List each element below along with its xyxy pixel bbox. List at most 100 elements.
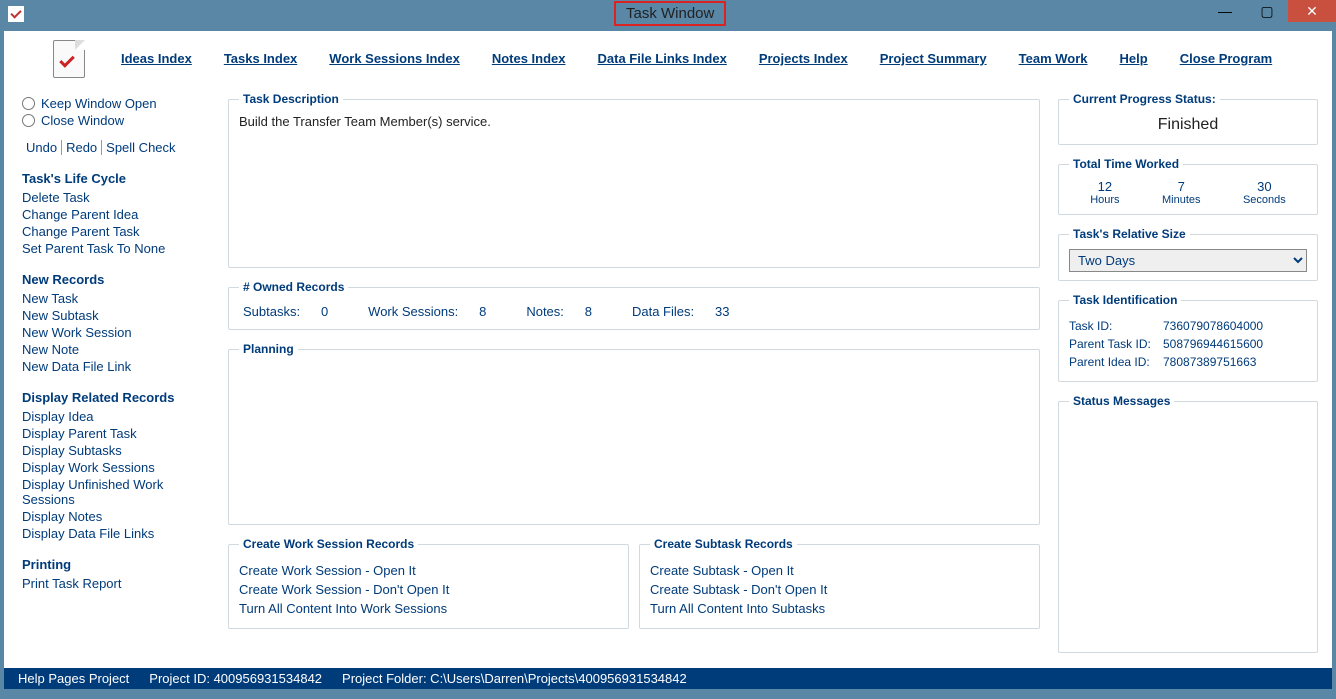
- keep-window-open-radio[interactable]: [22, 97, 35, 110]
- data-files-label: Data Files:: [632, 304, 694, 319]
- owned-records-group: # Owned Records Subtasks: 0 Work Session…: [228, 280, 1040, 330]
- planning-legend: Planning: [239, 342, 298, 356]
- minimize-button[interactable]: —: [1204, 0, 1246, 22]
- create-subtask-dont-open-link[interactable]: Create Subtask - Don't Open It: [650, 582, 1029, 597]
- parent-idea-id-label: Parent Idea ID:: [1069, 355, 1163, 369]
- minutes-label: Minutes: [1162, 194, 1201, 206]
- undo-link[interactable]: Undo: [22, 140, 62, 155]
- new-data-file-link[interactable]: New Data File Link: [22, 359, 218, 374]
- delete-task-link[interactable]: Delete Task: [22, 190, 218, 205]
- header: Ideas Index Tasks Index Work Sessions In…: [4, 31, 1332, 86]
- menu-close-program[interactable]: Close Program: [1180, 51, 1272, 66]
- parent-task-id-value: 508796944615600: [1163, 337, 1263, 351]
- notes-value: 8: [585, 304, 592, 319]
- new-subtask-link[interactable]: New Subtask: [22, 308, 218, 323]
- work-sessions-value: 8: [479, 304, 486, 319]
- seconds-value: 30: [1243, 179, 1286, 194]
- menu-tasks-index[interactable]: Tasks Index: [224, 51, 297, 66]
- total-time-worked-group: Total Time Worked 12Hours 7Minutes 30Sec…: [1058, 157, 1318, 215]
- close-window-radio[interactable]: [22, 114, 35, 127]
- status-project-folder: Project Folder: C:\Users\Darren\Projects…: [342, 671, 687, 686]
- main-menu: Ideas Index Tasks Index Work Sessions In…: [121, 51, 1272, 66]
- new-task-link[interactable]: New Task: [22, 291, 218, 306]
- ident-legend: Task Identification: [1069, 293, 1181, 307]
- display-data-file-links-link[interactable]: Display Data File Links: [22, 526, 218, 541]
- menu-work-sessions-index[interactable]: Work Sessions Index: [329, 51, 460, 66]
- menu-notes-index[interactable]: Notes Index: [492, 51, 566, 66]
- close-button[interactable]: ✕: [1288, 0, 1336, 22]
- display-unfinished-ws-link[interactable]: Display Unfinished Work Sessions: [22, 477, 218, 507]
- relative-size-group: Task's Relative Size Two Days: [1058, 227, 1318, 281]
- status-bar: Help Pages Project Project ID: 400956931…: [4, 668, 1332, 689]
- keep-window-open-label: Keep Window Open: [41, 96, 157, 111]
- menu-team-work[interactable]: Team Work: [1019, 51, 1088, 66]
- sidebar: Keep Window Open Close Window UndoRedoSp…: [4, 86, 222, 668]
- progress-legend: Current Progress Status:: [1069, 92, 1220, 106]
- progress-status-group: Current Progress Status: Finished: [1058, 92, 1318, 145]
- create-ws-open-link[interactable]: Create Work Session - Open It: [239, 563, 618, 578]
- create-ws-legend: Create Work Session Records: [239, 537, 418, 551]
- create-work-session-group: Create Work Session Records Create Work …: [228, 537, 629, 629]
- data-files-value: 33: [715, 304, 729, 319]
- subtasks-label: Subtasks:: [243, 304, 300, 319]
- relative-size-select[interactable]: Two Days: [1069, 249, 1307, 272]
- status-messages-area: [1069, 416, 1307, 644]
- hours-value: 12: [1090, 179, 1119, 194]
- planning-area[interactable]: [239, 364, 1029, 516]
- size-legend: Task's Relative Size: [1069, 227, 1190, 241]
- maximize-button[interactable]: ▢: [1246, 0, 1288, 22]
- turn-all-into-subtasks-link[interactable]: Turn All Content Into Subtasks: [650, 601, 1029, 616]
- task-identification-group: Task Identification Task ID:736079078604…: [1058, 293, 1318, 382]
- life-cycle-heading: Task's Life Cycle: [22, 171, 218, 186]
- new-note-link[interactable]: New Note: [22, 342, 218, 357]
- change-parent-idea-link[interactable]: Change Parent Idea: [22, 207, 218, 222]
- status-help-pages[interactable]: Help Pages Project: [18, 671, 129, 686]
- right-column: Current Progress Status: Finished Total …: [1054, 86, 1332, 668]
- task-id-label: Task ID:: [1069, 319, 1163, 333]
- create-subtask-legend: Create Subtask Records: [650, 537, 797, 551]
- work-sessions-label: Work Sessions:: [368, 304, 458, 319]
- progress-value: Finished: [1069, 114, 1307, 136]
- create-subtask-open-link[interactable]: Create Subtask - Open It: [650, 563, 1029, 578]
- display-work-sessions-link[interactable]: Display Work Sessions: [22, 460, 218, 475]
- menu-data-file-links-index[interactable]: Data File Links Index: [598, 51, 727, 66]
- minutes-value: 7: [1162, 179, 1201, 194]
- create-ws-dont-open-link[interactable]: Create Work Session - Don't Open It: [239, 582, 618, 597]
- printing-heading: Printing: [22, 557, 218, 572]
- new-work-session-link[interactable]: New Work Session: [22, 325, 218, 340]
- center-column: Task Description Build the Transfer Team…: [222, 86, 1054, 668]
- set-parent-none-link[interactable]: Set Parent Task To None: [22, 241, 218, 256]
- menu-projects-index[interactable]: Projects Index: [759, 51, 848, 66]
- display-idea-link[interactable]: Display Idea: [22, 409, 218, 424]
- status-messages-legend: Status Messages: [1069, 394, 1174, 408]
- create-subtask-group: Create Subtask Records Create Subtask - …: [639, 537, 1040, 629]
- display-subtasks-link[interactable]: Display Subtasks: [22, 443, 218, 458]
- task-description-group: Task Description Build the Transfer Team…: [228, 92, 1040, 268]
- menu-project-summary[interactable]: Project Summary: [880, 51, 987, 66]
- seconds-label: Seconds: [1243, 194, 1286, 206]
- display-related-heading: Display Related Records: [22, 390, 218, 405]
- notes-label: Notes:: [526, 304, 564, 319]
- title-bar: Task Window — ▢ ✕: [0, 0, 1336, 30]
- task-description-legend: Task Description: [239, 92, 343, 106]
- task-description-text[interactable]: Build the Transfer Team Member(s) servic…: [239, 114, 1029, 259]
- task-logo-icon: [49, 38, 91, 80]
- spell-check-link[interactable]: Spell Check: [102, 140, 179, 155]
- status-messages-group: Status Messages: [1058, 394, 1318, 653]
- parent-task-id-label: Parent Task ID:: [1069, 337, 1163, 351]
- owned-records-legend: # Owned Records: [239, 280, 348, 294]
- hours-label: Hours: [1090, 194, 1119, 206]
- time-legend: Total Time Worked: [1069, 157, 1183, 171]
- status-project-id: Project ID: 400956931534842: [149, 671, 322, 686]
- change-parent-task-link[interactable]: Change Parent Task: [22, 224, 218, 239]
- task-id-value: 736079078604000: [1163, 319, 1263, 333]
- display-notes-link[interactable]: Display Notes: [22, 509, 218, 524]
- subtasks-value: 0: [321, 304, 328, 319]
- turn-all-into-ws-link[interactable]: Turn All Content Into Work Sessions: [239, 601, 618, 616]
- menu-help[interactable]: Help: [1120, 51, 1148, 66]
- print-task-report-link[interactable]: Print Task Report: [22, 576, 218, 591]
- parent-idea-id-value: 78087389751663: [1163, 355, 1256, 369]
- menu-ideas-index[interactable]: Ideas Index: [121, 51, 192, 66]
- redo-link[interactable]: Redo: [62, 140, 102, 155]
- display-parent-task-link[interactable]: Display Parent Task: [22, 426, 218, 441]
